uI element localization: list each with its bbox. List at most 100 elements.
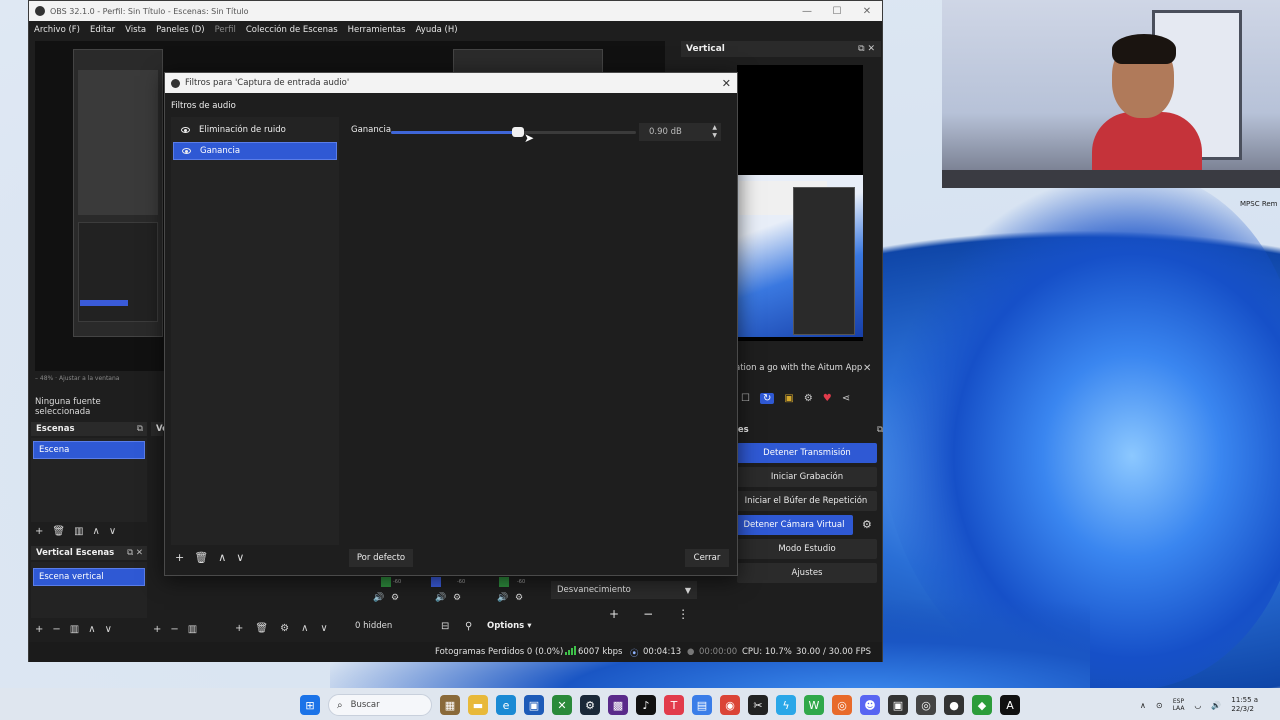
menu-editar[interactable]: Editar	[90, 25, 115, 35]
move-up-icon[interactable]: ∧	[88, 624, 95, 635]
filter-item-noise-suppression[interactable]: Eliminación de ruido	[173, 121, 337, 139]
speaker-icon[interactable]: 🔊	[497, 593, 508, 603]
clock[interactable]: 11:55 a 22/3/2	[1231, 696, 1258, 714]
language-indicator[interactable]: ESP LAA	[1173, 698, 1185, 712]
remove-icon[interactable]: −	[52, 624, 60, 635]
vertical-scene-list-item[interactable]: Escena vertical	[33, 568, 145, 586]
dock-float-icon[interactable]: ⧉	[137, 424, 143, 434]
add-scene-icon[interactable]: +	[35, 526, 43, 537]
studio-mode-button[interactable]: Modo Estudio	[737, 539, 877, 559]
remove-scene-icon[interactable]: 🗑	[52, 526, 65, 537]
obs-taskbar-icon[interactable]: ◎	[916, 695, 936, 715]
move-down-icon[interactable]: ∨	[320, 623, 327, 634]
dock-float-icon[interactable]: ⧉ ✕	[127, 548, 143, 558]
menu-ayuda[interactable]: Ayuda (H)	[416, 25, 458, 35]
settings-button[interactable]: Ajustes	[737, 563, 877, 583]
letter-a-icon[interactable]: A	[1000, 695, 1020, 715]
app-icon[interactable]: ▩	[608, 695, 628, 715]
mixer-options-icon[interactable]: ⚲	[465, 621, 472, 632]
eye-icon[interactable]	[181, 127, 190, 133]
refresh-icon[interactable]: ↻	[759, 393, 775, 404]
chevron-up-icon[interactable]: ∧	[1140, 701, 1146, 710]
widget-icon[interactable]: ▦	[440, 695, 460, 715]
edge-icon[interactable]: e	[496, 695, 516, 715]
menu-vista[interactable]: Vista	[125, 25, 146, 35]
transition-menu-icon[interactable]: ⋮	[677, 607, 689, 621]
maximize-button[interactable]: ☐	[822, 6, 852, 17]
filters-icon[interactable]: ▥	[188, 624, 197, 635]
remove-icon[interactable]: −	[170, 624, 178, 635]
menu-coleccion-escenas[interactable]: Colección de Escenas	[246, 25, 338, 35]
remove-filter-icon[interactable]: 🗑	[194, 551, 208, 564]
xbox-icon[interactable]: ✕	[552, 695, 572, 715]
close-button[interactable]: Cerrar	[685, 549, 729, 567]
wallet-icon[interactable]: W	[804, 695, 824, 715]
stop-virtual-camera-button[interactable]: Detener Cámara Virtual	[735, 515, 853, 535]
gain-spinbox[interactable]: 0.90 dB ▲ ▼	[639, 123, 721, 141]
docs-icon[interactable]: ▤	[692, 695, 712, 715]
minimize-button[interactable]: —	[792, 6, 822, 17]
filters-icon[interactable]: ▥	[70, 624, 79, 635]
scene-filters-icon[interactable]: ▥	[74, 526, 83, 537]
move-down-icon[interactable]: ∨	[236, 551, 244, 564]
add-filter-icon[interactable]: +	[175, 551, 184, 564]
spin-arrows-icon[interactable]: ▲ ▼	[712, 124, 717, 140]
mixer-settings-icon[interactable]: ⚙	[391, 593, 399, 603]
stop-streaming-button[interactable]: Detener Transmisión	[737, 443, 877, 463]
monitor-icon[interactable]: ▣	[888, 695, 908, 715]
source-properties-icon[interactable]: ⚙	[280, 623, 289, 634]
chrome-icon[interactable]: ◉	[720, 695, 740, 715]
wifi-icon[interactable]: ◡	[1194, 701, 1201, 710]
move-down-icon[interactable]: ∨	[109, 526, 116, 537]
windows-start-icon[interactable]: ⊞	[300, 695, 320, 715]
discord-icon[interactable]: ☻	[860, 695, 880, 715]
lightning-icon[interactable]: ϟ	[776, 695, 796, 715]
menu-perfil[interactable]: Perfil	[215, 25, 236, 35]
heart-icon[interactable]: ♥	[823, 393, 832, 404]
file-explorer-icon[interactable]: ▬	[468, 695, 488, 715]
remove-source-icon[interactable]: 🗑	[255, 623, 268, 634]
close-window-button[interactable]: ✕	[852, 6, 882, 17]
rectangle-icon[interactable]: ☐	[741, 393, 750, 404]
app-icon[interactable]: ◆	[972, 695, 992, 715]
app-icon[interactable]: ◎	[832, 695, 852, 715]
move-up-icon[interactable]: ∧	[93, 526, 100, 537]
start-replay-buffer-button[interactable]: Iniciar el Búfer de Repetición	[735, 491, 877, 511]
add-source-icon[interactable]: +	[235, 623, 243, 634]
move-up-icon[interactable]: ∧	[301, 623, 308, 634]
move-down-icon[interactable]: ∨	[105, 624, 112, 635]
dock-float-icon[interactable]: ⧉	[877, 425, 883, 435]
tiktok-icon[interactable]: ♪	[636, 695, 656, 715]
defaults-button[interactable]: Por defecto	[349, 549, 413, 567]
move-up-icon[interactable]: ∧	[218, 551, 226, 564]
mixer-settings-icon[interactable]: ⚙	[515, 593, 523, 603]
volume-icon[interactable]: 🔊	[1211, 701, 1221, 710]
share-icon[interactable]: ⋖	[842, 393, 850, 404]
options-button[interactable]: Options ▾	[487, 621, 531, 631]
capcut-icon[interactable]: ✂	[748, 695, 768, 715]
recording-app-icon[interactable]: ●	[944, 695, 964, 715]
vertical-preview[interactable]	[737, 65, 863, 341]
gear-icon[interactable]: ⚙	[804, 393, 813, 404]
remove-transition-icon[interactable]: −	[643, 607, 653, 621]
dock-float-icon[interactable]: ⧉ ✕	[858, 44, 875, 54]
eye-icon[interactable]	[182, 148, 191, 154]
text-app-icon[interactable]: T	[664, 695, 684, 715]
location-icon[interactable]: ⊙	[1156, 701, 1163, 710]
speaker-icon[interactable]: 🔊	[435, 593, 446, 603]
menu-paneles[interactable]: Paneles (D)	[156, 25, 204, 35]
speaker-icon[interactable]: 🔊	[373, 593, 384, 603]
virtual-camera-settings-icon[interactable]: ⚙	[862, 518, 872, 531]
menu-archivo[interactable]: Archivo (F)	[34, 25, 80, 35]
scene-list-item[interactable]: Escena	[33, 441, 145, 459]
start-recording-button[interactable]: Iniciar Grabación	[737, 467, 877, 487]
menu-herramientas[interactable]: Herramientas	[348, 25, 406, 35]
add-icon[interactable]: +	[153, 624, 161, 635]
add-icon[interactable]: +	[35, 624, 43, 635]
gain-slider-thumb[interactable]	[512, 127, 525, 137]
transition-select[interactable]: Desvanecimiento ▼	[551, 581, 697, 599]
close-icon[interactable]: ✕	[863, 363, 871, 374]
mixer-settings-icon[interactable]: ⚙	[453, 593, 461, 603]
add-transition-icon[interactable]: +	[609, 607, 619, 621]
store-icon[interactable]: ▣	[524, 695, 544, 715]
